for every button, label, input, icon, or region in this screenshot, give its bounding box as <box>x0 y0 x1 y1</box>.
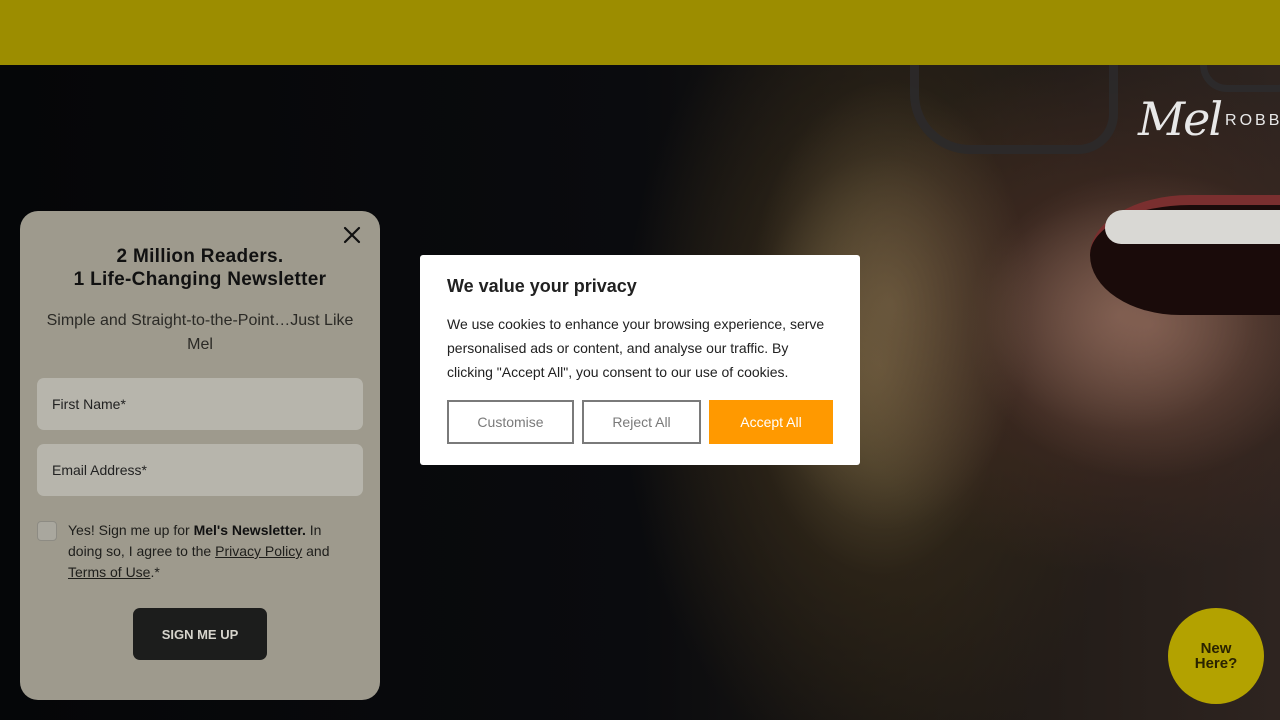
new-here-line2: Here? <box>1194 655 1238 672</box>
site-logo[interactable]: MelROBBI <box>1138 92 1280 146</box>
first-name-field[interactable] <box>37 378 363 430</box>
cookie-title: We value your privacy <box>447 276 637 296</box>
consent-newsletter-name: Mel's Newsletter. <box>193 522 306 538</box>
hero-photo-glasses-right <box>1200 65 1280 92</box>
hero-photo-teeth <box>1105 210 1280 244</box>
new-here-label: New Here? <box>1186 641 1246 671</box>
email-field[interactable] <box>37 444 363 496</box>
logo-script: Mel <box>1138 92 1223 146</box>
newsletter-consent-text: Yes! Sign me up for Mel's Newsletter. In… <box>68 520 358 583</box>
privacy-policy-link[interactable]: Privacy Policy <box>215 543 302 559</box>
newsletter-title-line1: 2 Million Readers. <box>116 246 284 267</box>
newsletter-title: 2 Million Readers. 1 Life-Changing Newsl… <box>20 245 380 291</box>
cookie-body: We use cookies to enhance your browsing … <box>447 316 825 380</box>
top-bar <box>0 0 1280 65</box>
newsletter-subtitle: Simple and Straight-to-the-Point…Just Li… <box>46 312 354 353</box>
customise-button[interactable]: Customise <box>447 400 574 444</box>
sign-me-up-button[interactable]: SIGN ME UP <box>133 608 267 660</box>
accept-all-button[interactable]: Accept All <box>709 400 833 444</box>
reject-all-button[interactable]: Reject All <box>582 400 701 444</box>
logo-word: ROBBI <box>1225 112 1280 129</box>
consent-suffix: .* <box>150 564 160 580</box>
consent-and: and <box>302 543 330 559</box>
cookie-consent-dialog: We value your privacy We use cookies to … <box>420 255 860 465</box>
newsletter-consent-checkbox[interactable] <box>37 521 57 541</box>
hero-photo-glasses <box>910 65 1118 154</box>
new-here-badge[interactable]: New Here? <box>1168 608 1264 704</box>
terms-of-use-link[interactable]: Terms of Use <box>68 564 150 580</box>
newsletter-title-line2: 1 Life-Changing Newsletter <box>73 269 327 290</box>
close-icon[interactable] <box>341 224 363 246</box>
consent-prefix: Yes! Sign me up for <box>68 522 194 538</box>
